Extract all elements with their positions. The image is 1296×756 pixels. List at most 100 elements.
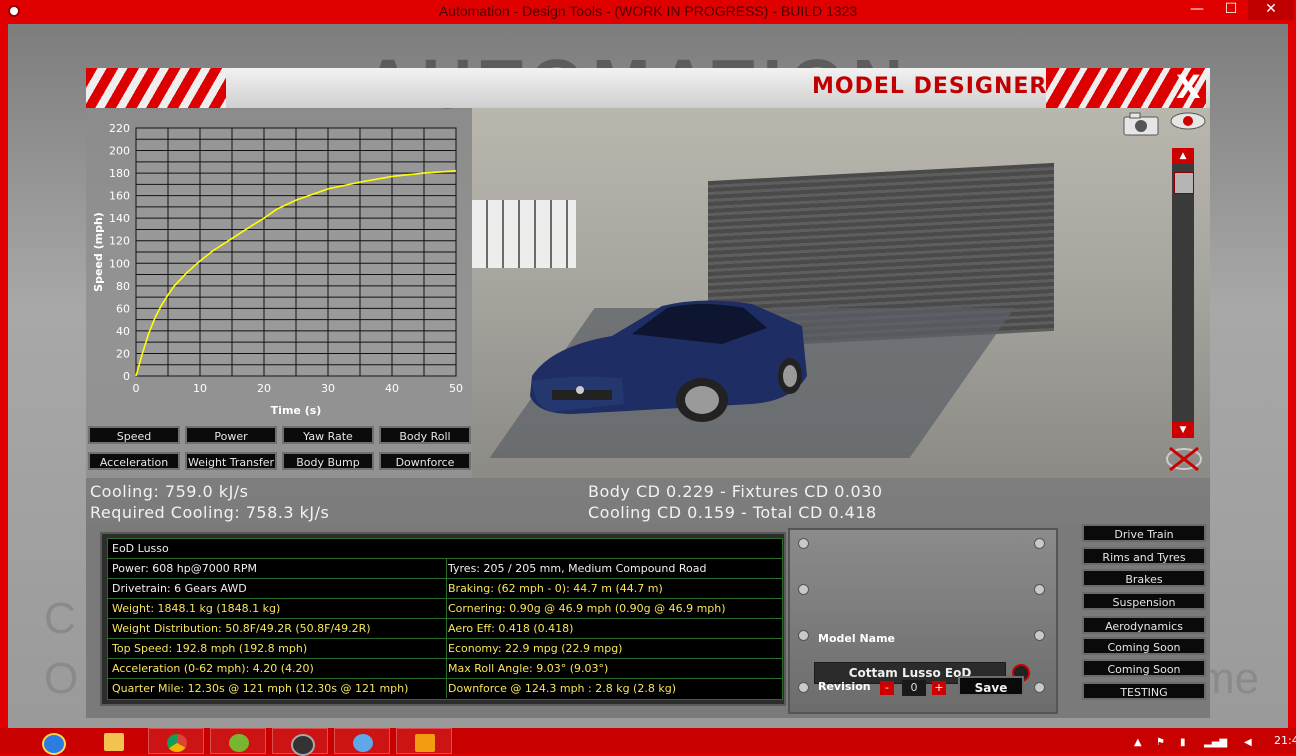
car-stats-table: EoD Lusso Power: 608 hp@7000 RPM Tyres: … — [107, 538, 783, 700]
y-tick-label: 140 — [109, 212, 130, 225]
table-cell: Top Speed: 192.8 mph (192.8 mph) — [108, 639, 447, 658]
table-row: Quarter Mile: 12.30s @ 121 mph (12.30s @… — [108, 679, 782, 698]
graph-body-roll-button[interactable]: Body Roll — [379, 426, 471, 444]
drive-train-button[interactable]: Drive Train — [1082, 524, 1206, 542]
paint-icon[interactable] — [334, 728, 390, 754]
x-tick-label: 30 — [321, 382, 335, 395]
table-row: Acceleration (0-62 mph): 4.20 (4.20) Max… — [108, 659, 782, 679]
file-explorer-icon[interactable] — [86, 728, 142, 754]
maximize-button[interactable]: ☐ — [1214, 0, 1248, 20]
table-row: EoD Lusso — [108, 539, 782, 559]
scroll-up-button[interactable]: ▲ — [1172, 148, 1194, 164]
revision-increment-button[interactable]: + — [932, 681, 946, 695]
x-tick-label: 10 — [193, 382, 207, 395]
tray-signal-icon[interactable]: ▂▄▆ — [1204, 737, 1227, 748]
x-axis-label: Time (s) — [271, 404, 322, 417]
model-name-label: Model Name — [818, 632, 895, 645]
designer-close-button[interactable]: X — [1176, 68, 1201, 106]
window-title: Automation - Design Tools - (WORK IN PRO… — [438, 3, 858, 19]
table-cell: Drivetrain: 6 Gears AWD — [108, 579, 447, 598]
scroll-down-button[interactable]: ▼ — [1172, 422, 1194, 438]
coming-soon-button[interactable]: Coming Soon — [1082, 659, 1206, 677]
table-cell: Acceleration (0-62 mph): 4.20 (4.20) — [108, 659, 447, 678]
tray-volume-icon[interactable]: ◀ — [1244, 737, 1252, 748]
graph-yaw-rate-button[interactable]: Yaw Rate — [282, 426, 374, 444]
table-cell: Power: 608 hp@7000 RPM — [108, 559, 447, 578]
internet-explorer-icon[interactable] — [24, 728, 80, 755]
screw — [1034, 538, 1045, 549]
screw — [798, 682, 809, 693]
coming-soon-button[interactable]: Coming Soon — [1082, 637, 1206, 655]
automation-game-icon[interactable] — [272, 728, 328, 756]
x-tick-label: 0 — [133, 382, 140, 395]
graph-speed-button[interactable]: Speed — [88, 426, 180, 444]
revision-label: Revision — [818, 680, 871, 693]
scroll-thumb[interactable] — [1174, 172, 1194, 194]
car-3d-viewport[interactable] — [472, 108, 1210, 478]
model-info-plate: Model Name Cottam Lusso EoD Revision - 0… — [788, 528, 1058, 714]
y-tick-label: 40 — [116, 325, 130, 338]
table-cell: Economy: 22.9 mpg (22.9 mpg) — [448, 642, 623, 655]
cooling-stat: Cooling: 759.0 kJ/s — [90, 482, 249, 501]
table-row: Top Speed: 192.8 mph (192.8 mph) Economy… — [108, 639, 782, 659]
graph-body-bump-button[interactable]: Body Bump — [282, 452, 374, 470]
graph-power-button[interactable]: Power — [185, 426, 277, 444]
close-window-button[interactable]: ✕ — [1248, 0, 1294, 20]
rims-and-tyres-button[interactable]: Rims and Tyres — [1082, 547, 1206, 565]
info-panel: EoD Lusso Power: 608 hp@7000 RPM Tyres: … — [86, 524, 1210, 718]
table-row: Power: 608 hp@7000 RPM Tyres: 205 / 205 … — [108, 559, 782, 579]
suspension-button[interactable]: Suspension — [1082, 592, 1206, 610]
minimize-button[interactable]: — — [1180, 0, 1214, 20]
y-tick-label: 220 — [109, 122, 130, 135]
revision-decrement-button[interactable]: - — [880, 681, 894, 695]
chrome-icon[interactable] — [148, 728, 204, 754]
taskbar-clock[interactable]: 21:4 — [1274, 734, 1296, 747]
body-cd-stat: Body CD 0.229 - Fixtures CD 0.030 — [588, 482, 883, 501]
y-tick-label: 80 — [116, 280, 130, 293]
brakes-button[interactable]: Brakes — [1082, 569, 1206, 587]
required-cooling-stat: Required Cooling: 758.3 kJ/s — [90, 503, 330, 522]
y-tick-label: 120 — [109, 235, 130, 248]
eye-icon[interactable] — [1168, 110, 1208, 132]
table-row: Weight Distribution: 50.8F/49.2R (50.8F/… — [108, 619, 782, 639]
tray-up-arrow-icon[interactable]: ▲ — [1134, 737, 1142, 748]
media-player-icon[interactable] — [396, 728, 452, 754]
car-model[interactable] — [512, 286, 812, 434]
graph-weight-transfer-button[interactable]: Weight Transfer — [185, 452, 277, 470]
performance-graph: 0 20 40 60 80 100 120 140 160 180 200 220 0 10 20 30 40 5… — [86, 110, 472, 478]
y-tick-label: 200 — [109, 145, 130, 158]
graph-acceleration-button[interactable]: Acceleration — [88, 452, 180, 470]
reset-view-icon[interactable] — [1164, 444, 1204, 474]
y-tick-label: 100 — [109, 257, 130, 270]
table-cell: Cornering: 0.90g @ 46.9 mph (0.90g @ 46.… — [448, 602, 726, 615]
screw — [1034, 630, 1045, 641]
screw — [798, 630, 809, 641]
garage-window — [472, 200, 576, 268]
tray-flag-icon[interactable]: ⚑ — [1156, 737, 1165, 748]
testing-button[interactable]: TESTING — [1082, 682, 1206, 700]
graph-downforce-button[interactable]: Downforce — [379, 452, 471, 470]
x-tick-label: 50 — [449, 382, 463, 395]
zoom-scrollbar[interactable]: ▲ ▼ — [1172, 148, 1194, 438]
cooling-cd-stat: Cooling CD 0.159 - Total CD 0.418 — [588, 503, 877, 522]
save-button[interactable]: Save — [958, 676, 1024, 696]
y-axis-label: Speed (mph) — [92, 212, 105, 292]
taskbar: ▲ ⚑ ▮ ▂▄▆ ◀ 21:4 — [0, 728, 1296, 756]
header-stripes — [86, 68, 226, 108]
table-cell: Downforce @ 124.3 mph : 2.8 kg (2.8 kg) — [448, 682, 676, 695]
revision-value: 0 — [902, 680, 926, 696]
tray-battery-icon[interactable]: ▮ — [1180, 737, 1186, 748]
x-tick-label: 20 — [257, 382, 271, 395]
x-tick-label: 40 — [385, 382, 399, 395]
table-cell: Weight: 1848.1 kg (1848.1 kg) — [108, 599, 447, 618]
utorrent-icon[interactable] — [210, 728, 266, 754]
screw — [798, 584, 809, 595]
screw — [1034, 682, 1045, 693]
table-cell: Braking: (62 mph - 0): 44.7 m (44.7 m) — [448, 582, 663, 595]
table-row: Drivetrain: 6 Gears AWD Braking: (62 mph… — [108, 579, 782, 599]
background-text: O — [44, 654, 79, 703]
aerodynamics-button[interactable]: Aerodynamics — [1082, 616, 1206, 634]
table-cell: Max Roll Angle: 9.03° (9.03°) — [448, 662, 609, 675]
table-cell: Quarter Mile: 12.30s @ 121 mph (12.30s @… — [108, 679, 447, 698]
y-tick-label: 180 — [109, 167, 130, 180]
